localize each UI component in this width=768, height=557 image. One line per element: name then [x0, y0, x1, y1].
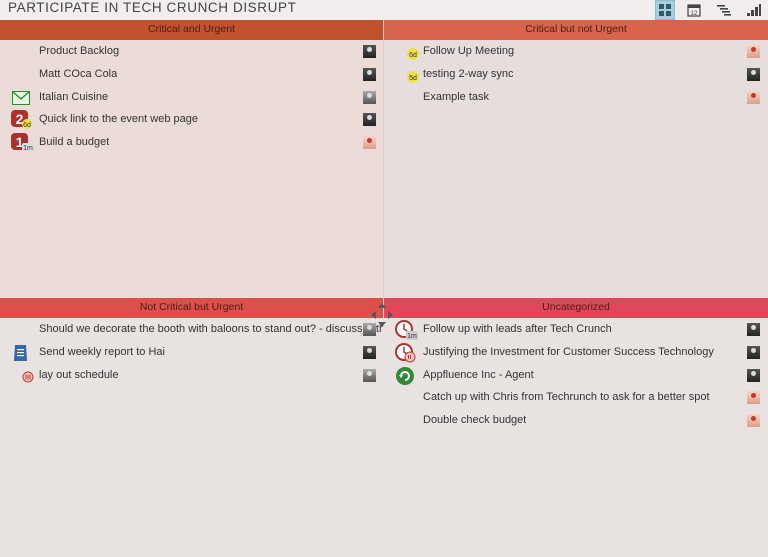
due-label: 1m	[407, 333, 417, 340]
assignee-avatar[interactable]	[747, 391, 760, 405]
assignee-avatar[interactable]	[747, 414, 760, 428]
task-label[interactable]: lay out schedule	[39, 369, 119, 381]
task-row[interactable]: Appfluence Inc - Agent	[384, 365, 768, 388]
task-label[interactable]: Follow up with leads after Tech Crunch	[423, 323, 612, 335]
quadrant-resize-handle[interactable]	[371, 303, 393, 327]
bar-chart-icon	[747, 4, 761, 16]
task-row[interactable]: 6d Follow Up Meeting	[384, 41, 768, 64]
clock-icon[interactable]: 1m	[394, 320, 418, 340]
task-label[interactable]: Appfluence Inc - Agent	[423, 369, 534, 381]
assignee-avatar[interactable]	[363, 67, 376, 81]
assignee-avatar[interactable]	[363, 136, 376, 150]
assignee-avatar[interactable]	[363, 113, 376, 127]
move-arrows-icon	[371, 303, 393, 327]
task-row[interactable]: Matt COca Cola	[0, 64, 383, 87]
task-label[interactable]: Catch up with Chris from Techrunch to as…	[423, 391, 710, 403]
calendar-view-button[interactable]: 12	[684, 0, 704, 20]
envelope-icon[interactable]	[10, 88, 32, 108]
task-row[interactable]: Double check budget	[384, 410, 768, 433]
assignee-avatar[interactable]	[363, 90, 376, 104]
assignee-avatar[interactable]	[747, 368, 760, 382]
document-icon[interactable]	[10, 343, 32, 363]
task-row[interactable]: Should we decorate the booth with baloon…	[0, 319, 383, 342]
quadrant-title: Uncategorized	[384, 298, 768, 318]
gantt-view-button[interactable]	[714, 0, 734, 20]
task-label[interactable]: Double check budget	[423, 414, 526, 426]
task-row[interactable]: 1m Follow up with leads after Tech Crunc…	[384, 319, 768, 342]
assignee-avatar[interactable]	[363, 368, 376, 382]
due-label: 6d	[409, 52, 417, 59]
grid-view-button[interactable]	[655, 0, 675, 20]
quadrant-not-critical-urgent[interactable]: Not Critical but Urgent Should we decora…	[0, 298, 383, 557]
task-label[interactable]: testing 2-way sync	[423, 68, 513, 80]
task-row[interactable]: Justifying the Investment for Customer S…	[384, 342, 768, 365]
quadrant-uncategorized[interactable]: Uncategorized 1m Follow up with leads af…	[384, 298, 768, 557]
grid-view-icon	[659, 4, 671, 16]
task-label[interactable]: Example task	[423, 91, 489, 103]
task-label[interactable]: Should we decorate the booth with baloon…	[39, 323, 383, 335]
task-label[interactable]: Send weekly report to Hai	[39, 346, 165, 358]
gantt-view-icon	[717, 5, 731, 16]
task-row[interactable]: Italian Cuisine	[0, 87, 383, 110]
assignee-avatar[interactable]	[363, 345, 376, 359]
assignee-avatar[interactable]	[747, 67, 760, 81]
due-label: 5d	[409, 75, 417, 82]
task-label[interactable]: Follow Up Meeting	[423, 45, 514, 57]
due-label: 1m	[23, 145, 33, 152]
assignee-avatar[interactable]	[363, 45, 376, 58]
task-row[interactable]: Catch up with Chris from Techrunch to as…	[384, 387, 768, 410]
priority-2-icon[interactable]: 2 6d	[10, 110, 32, 130]
bar-chart-view-button[interactable]	[744, 0, 764, 20]
quadrant-title: Critical but not Urgent	[384, 20, 768, 40]
task-label[interactable]: Justifying the Investment for Customer S…	[423, 346, 714, 358]
priority-1-icon[interactable]: 1 1m	[10, 133, 34, 153]
due-label: 6d	[23, 122, 31, 129]
quadrant-critical-not-urgent[interactable]: Critical but not Urgent 6d Follow Up Mee…	[384, 20, 768, 298]
header-bar: PARTICIPATE IN TECH CRUNCH DISRUPT 12	[0, 0, 768, 20]
quadrant-title: Not Critical but Urgent	[0, 298, 383, 318]
quadrant-title: Critical and Urgent	[0, 20, 383, 40]
assignee-avatar[interactable]	[747, 45, 760, 58]
task-label[interactable]: Build a budget	[39, 136, 109, 148]
task-label[interactable]: Italian Cuisine	[39, 91, 108, 103]
calendar-day: 12	[691, 11, 698, 17]
task-row[interactable]: Example task	[384, 87, 768, 110]
task-label[interactable]: Product Backlog	[39, 45, 119, 57]
clock-overdue-icon[interactable]	[394, 342, 416, 363]
task-row[interactable]: Send weekly report to Hai	[0, 342, 383, 365]
recurring-icon[interactable]	[394, 366, 416, 386]
task-label[interactable]: Matt COca Cola	[39, 68, 117, 80]
task-row[interactable]: lay out schedule	[0, 365, 383, 388]
task-row[interactable]: 1 1m Build a budget	[0, 132, 383, 155]
assignee-avatar[interactable]	[747, 323, 760, 336]
assignee-avatar[interactable]	[747, 345, 760, 359]
task-row[interactable]: 5d testing 2-way sync	[384, 64, 768, 87]
calendar-view-icon: 12	[687, 4, 701, 17]
project-title: PARTICIPATE IN TECH CRUNCH DISRUPT	[8, 0, 297, 15]
task-row[interactable]: Product Backlog	[0, 41, 383, 64]
task-row[interactable]: 2 6d Quick link to the event web page	[0, 109, 383, 132]
assignee-avatar[interactable]	[747, 90, 760, 104]
task-label[interactable]: Quick link to the event web page	[39, 113, 198, 125]
quadrant-critical-urgent[interactable]: Critical and Urgent Product Backlog Matt…	[0, 20, 383, 298]
